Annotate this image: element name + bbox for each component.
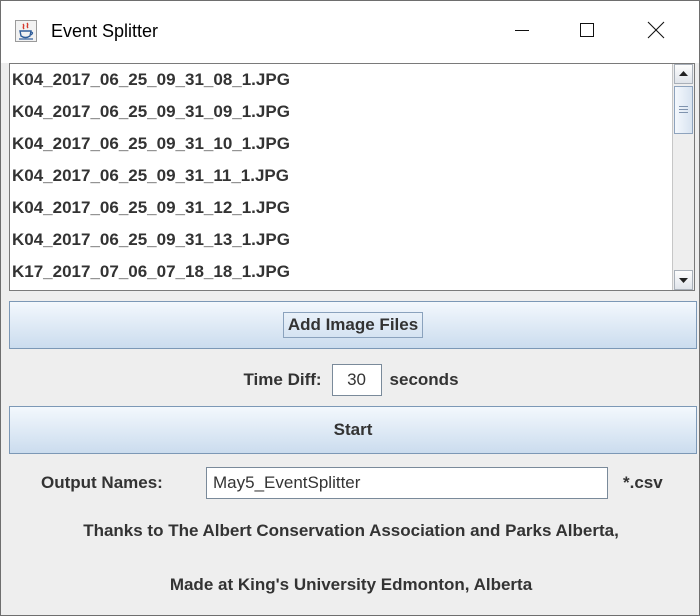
arrow-down-icon xyxy=(679,278,688,283)
list-item[interactable]: K04_2017_06_25_09_31_10_1.JPG xyxy=(10,128,672,160)
time-diff-row: Time Diff: seconds xyxy=(1,359,699,401)
add-image-files-label: Add Image Files xyxy=(282,312,424,338)
minimize-button[interactable] xyxy=(488,1,556,63)
credits-line-1: Thanks to The Albert Conservation Associ… xyxy=(83,521,619,540)
maximize-icon xyxy=(579,22,595,43)
list-item[interactable]: K04_2017_06_25_09_31_12_1.JPG xyxy=(10,192,672,224)
time-diff-label: Time Diff: xyxy=(243,370,322,389)
image-file-list[interactable]: K04_2017_06_25_09_31_08_1.JPG K04_2017_0… xyxy=(10,64,672,290)
output-names-row: Output Names: *.csv xyxy=(1,465,699,501)
arrow-up-icon xyxy=(679,71,688,76)
time-diff-input[interactable] xyxy=(331,364,382,396)
event-splitter-window: Event Splitter K04_2017_06_25_09_31_08_1… xyxy=(0,0,700,616)
vertical-scrollbar[interactable] xyxy=(672,64,694,290)
title-bar[interactable]: Event Splitter xyxy=(1,1,699,63)
list-item[interactable]: K04_2017_06_25_09_31_11_1.JPG xyxy=(10,160,672,192)
window-title: Event Splitter xyxy=(51,21,159,41)
start-button[interactable]: Start xyxy=(9,406,697,454)
csv-extension-label: *.csv xyxy=(623,473,663,492)
scrollbar-thumb[interactable] xyxy=(674,86,693,134)
close-icon xyxy=(647,21,665,44)
scroll-up-button[interactable] xyxy=(674,64,693,84)
output-names-input[interactable] xyxy=(206,467,608,499)
list-item[interactable]: K04_2017_06_25_09_31_09_1.JPG xyxy=(10,96,672,128)
minimize-icon xyxy=(514,22,530,43)
list-item[interactable]: K17_2017_07_06_07_18_18_1.JPG xyxy=(10,256,672,288)
scroll-down-button[interactable] xyxy=(674,270,693,290)
list-item[interactable]: K04_2017_06_25_09_31_08_1.JPG xyxy=(10,64,672,96)
output-names-label: Output Names: xyxy=(41,473,163,492)
java-cup-icon xyxy=(15,20,37,42)
credits-line-2: Made at King's University Edmonton, Albe… xyxy=(169,575,533,594)
list-item[interactable]: K04_2017_06_25_09_31_13_1.JPG xyxy=(10,224,672,256)
start-label: Start xyxy=(333,420,373,439)
close-button[interactable] xyxy=(622,1,690,63)
image-file-list-panel: K04_2017_06_25_09_31_08_1.JPG K04_2017_0… xyxy=(9,63,695,291)
add-image-files-button[interactable]: Add Image Files xyxy=(9,301,697,349)
maximize-button[interactable] xyxy=(553,1,621,63)
time-diff-unit: seconds xyxy=(389,370,459,389)
